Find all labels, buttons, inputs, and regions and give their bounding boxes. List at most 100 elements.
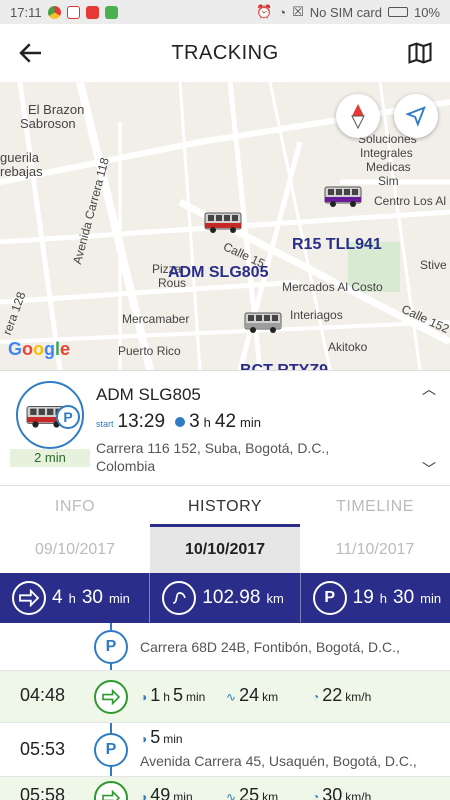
- bus-marker-gray[interactable]: [244, 310, 282, 334]
- row-duration-minutes: 5: [150, 727, 161, 747]
- duration-minutes-unit: min: [240, 415, 261, 430]
- vehicle-label-r15[interactable]: R15 TLL941: [292, 236, 382, 254]
- bus-marker-red[interactable]: [204, 210, 242, 234]
- clock-icon: ◑: [140, 790, 148, 800]
- chevron-down-icon[interactable]: ﹀: [422, 459, 436, 479]
- tab-history[interactable]: HISTORY: [150, 487, 300, 527]
- row-duration-minutes: 5: [172, 685, 183, 705]
- stats-bar: 4h 30 min 102.98 km P 19 h 30 min: [0, 573, 450, 623]
- row-distance-value: 25: [239, 785, 260, 800]
- start-time: 13:29: [117, 411, 166, 432]
- stat-value: 102.98: [202, 587, 261, 608]
- tab-info[interactable]: INFO: [0, 487, 150, 527]
- google-logo: Google: [8, 339, 71, 359]
- distance-icon: ∿: [226, 790, 237, 800]
- map-label: Medicas: [366, 160, 411, 174]
- unit-minutes: min: [173, 790, 193, 800]
- vehicle-label-bottom[interactable]: BCT-RTYZ9: [240, 362, 328, 370]
- row-speed-value: 22: [322, 685, 343, 705]
- my-location-button[interactable]: [394, 94, 438, 138]
- clock-icon: [175, 417, 186, 427]
- date-previous[interactable]: 09/10/2017: [0, 527, 150, 573]
- duration-minutes: 42: [214, 411, 237, 432]
- distance-icon: ∿: [226, 690, 237, 704]
- clock-icon: ◑: [140, 690, 148, 704]
- youtube-icon: [85, 5, 99, 19]
- map-label: guerila: [0, 150, 40, 165]
- row-speed: ◔ 22 km/h: [312, 685, 371, 706]
- stat-distance: 102.98 km: [150, 573, 301, 623]
- map-icon[interactable]: [406, 39, 434, 67]
- start-row: start 13:29 3 h 42 min: [96, 411, 261, 433]
- parking-icon: P: [94, 630, 128, 664]
- vehicle-info-panel[interactable]: P 2 min ADM SLG805 start 13:29 3 h 42 mi…: [0, 370, 450, 486]
- tab-bar: INFO HISTORY TIMELINE: [0, 487, 450, 527]
- stat-value: 4: [52, 587, 63, 608]
- duration-hours-unit: h: [203, 415, 211, 430]
- stat-value: 30: [393, 587, 415, 608]
- row-speed: ◔ 30 km/h: [312, 785, 371, 800]
- list-item[interactable]: 05:53 P ◑ 5 min Avenida Carrera 45, Usaqu…: [0, 723, 450, 777]
- date-current[interactable]: 10/10/2017: [150, 527, 300, 573]
- row-time: 05:58: [20, 785, 66, 800]
- chrome-icon: [47, 5, 61, 19]
- navigation-arrow-icon: [405, 106, 426, 127]
- sim-icon: ☒: [292, 4, 304, 19]
- map-label: Interiagos: [290, 308, 343, 322]
- bus-marker-purple[interactable]: [324, 184, 362, 208]
- row-time: 05:53: [20, 739, 66, 759]
- battery-text: 10%: [413, 4, 440, 20]
- eta-badge: 2 min: [10, 449, 90, 467]
- back-arrow-icon[interactable]: [16, 38, 46, 68]
- address-line: Colombia: [96, 458, 156, 474]
- row-duration-hours: 1: [150, 685, 161, 705]
- row-duration: ◑ 49 min: [140, 785, 193, 800]
- map-label: Stive: [420, 258, 447, 272]
- vehicle-name: ADM SLG805: [96, 385, 201, 404]
- row-duration-minutes: 49: [150, 785, 171, 800]
- row-duration: ◑ 1h 5 min: [140, 685, 205, 706]
- unit-kmh: km/h: [345, 790, 372, 800]
- date-selector: 09/10/2017 10/10/2017 11/10/2017: [0, 527, 450, 573]
- app-icon: [104, 5, 118, 19]
- stat-parked-time: P 19 h 30 min: [301, 573, 450, 623]
- gmail-icon: [66, 5, 80, 19]
- map-label: Puerto Rico: [118, 344, 181, 358]
- stat-value: 30: [81, 587, 103, 608]
- list-item[interactable]: P Carrera 68D 24B, Fontibón, Bogotá, D.C…: [0, 623, 450, 671]
- unit-minutes: min: [163, 732, 183, 746]
- history-list[interactable]: P Carrera 68D 24B, Fontibón, Bogotá, D.C…: [0, 623, 450, 800]
- speedometer-icon: ◔: [312, 790, 320, 800]
- vehicle-address: Carrera 116 152, Suba, Bogotá, D.C., Col…: [96, 439, 396, 475]
- map-label: Akitoko: [328, 340, 368, 354]
- list-item[interactable]: 05:58 ◑ 49 min ∿ 25 km ◔ 30 km/h: [0, 777, 450, 800]
- compass-icon: [351, 104, 365, 130]
- row-time: 04:48: [20, 685, 66, 705]
- status-bar: 17:11 ⏰ ◔ ☒ No SIM card 10%: [0, 0, 450, 24]
- stat-unit: km: [266, 590, 284, 606]
- battery-icon: [387, 7, 408, 17]
- row-distance: ∿ 24 km: [226, 685, 278, 706]
- map-label: Mercados Al Costo: [282, 280, 383, 294]
- tab-timeline[interactable]: TIMELINE: [300, 487, 450, 527]
- start-label: start: [96, 419, 114, 429]
- chevron-up-icon[interactable]: ︿: [422, 379, 436, 399]
- stat-unit: h: [379, 590, 388, 606]
- row-distance-value: 24: [239, 685, 260, 705]
- list-item[interactable]: 04:48 ◑ 1h 5 min ∿ 24 km ◔ 22 km/h: [0, 671, 450, 723]
- parking-icon: P: [94, 733, 128, 767]
- page-title: TRACKING: [171, 41, 279, 64]
- vehicle-label-adm[interactable]: ADM SLG805: [168, 264, 268, 282]
- duration-hours: 3: [189, 411, 200, 432]
- compass-button[interactable]: [336, 94, 380, 138]
- parking-icon: P: [56, 405, 80, 429]
- map-label: Centro Los Al: [374, 194, 447, 208]
- map-label: Sabroson: [20, 116, 76, 131]
- unit-kmh: km/h: [345, 690, 372, 704]
- carrier-text: No SIM card: [309, 4, 382, 20]
- parking-icon: P: [312, 581, 347, 615]
- clock-icon: ◑: [140, 732, 148, 746]
- alarm-icon: ⏰: [256, 4, 273, 19]
- map-view[interactable]: El Brazon Sabroson guerila rebajas Soluc…: [0, 82, 450, 370]
- date-next[interactable]: 11/10/2017: [300, 527, 450, 573]
